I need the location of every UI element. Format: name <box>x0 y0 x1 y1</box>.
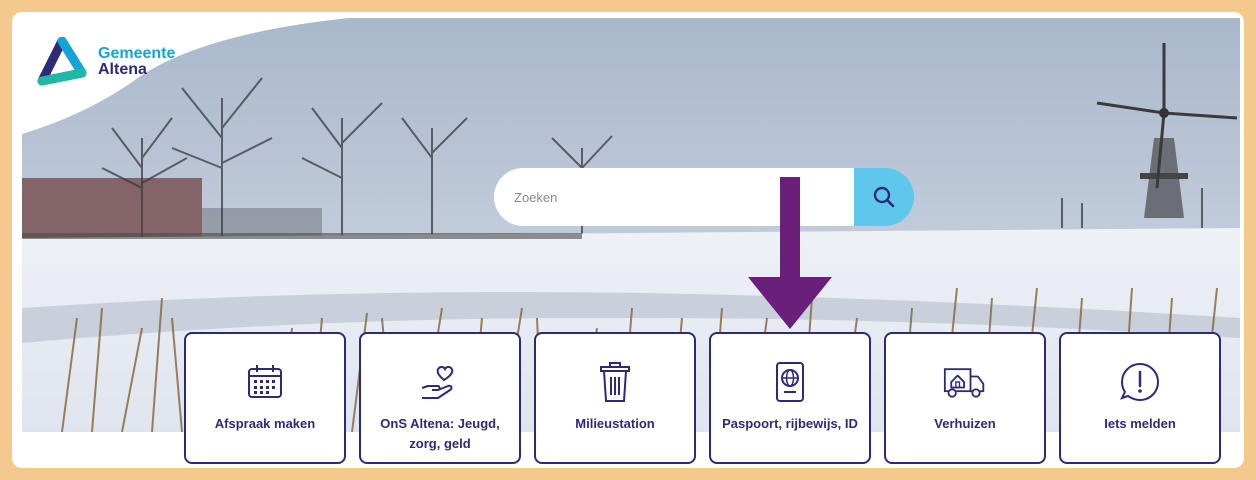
search-button[interactable] <box>854 168 914 226</box>
logo-backdrop <box>12 12 432 137</box>
tile-label: OnS Altena: Jeugd, zorg, geld <box>380 416 500 451</box>
tile-label: Paspoort, rijbewijs, ID <box>722 416 858 431</box>
tile-verhuizen[interactable]: Verhuizen <box>884 332 1046 464</box>
tile-paspoort[interactable]: Paspoort, rijbewijs, ID <box>709 332 871 464</box>
altena-logo-icon <box>37 37 87 86</box>
heart-hand-icon <box>421 365 454 399</box>
alert-circle-icon <box>1120 362 1160 402</box>
tile-ons-altena[interactable]: OnS Altena: Jeugd, zorg, geld <box>359 332 521 464</box>
tile-afspraak-maken[interactable]: Afspraak maken <box>184 332 346 464</box>
tile-label: Milieustation <box>575 416 655 431</box>
page-frame: Gemeente Altena Zoeken Afspraak maken On… <box>12 12 1244 468</box>
search-bar <box>494 168 914 226</box>
moving-truck-icon <box>943 368 985 398</box>
calendar-icon <box>248 365 282 398</box>
trash-bin-icon <box>600 362 630 402</box>
logo-wordmark: Gemeente Altena <box>98 46 175 78</box>
down-arrow-icon <box>748 177 832 329</box>
tile-iets-melden[interactable]: Iets melden <box>1059 332 1221 464</box>
tile-milieustation[interactable]: Milieustation <box>534 332 696 464</box>
quick-links: Afspraak maken OnS Altena: Jeugd, zorg, … <box>184 332 1221 464</box>
logo-line-2: Altena <box>98 61 147 78</box>
municipality-logo[interactable]: Gemeente Altena <box>32 37 175 87</box>
tile-label: Iets melden <box>1104 416 1176 431</box>
tile-label: Afspraak maken <box>214 416 316 431</box>
passport-icon <box>776 362 804 402</box>
logo-line-1: Gemeente <box>98 45 176 62</box>
tile-label: Verhuizen <box>934 416 996 431</box>
search-icon <box>873 186 895 208</box>
